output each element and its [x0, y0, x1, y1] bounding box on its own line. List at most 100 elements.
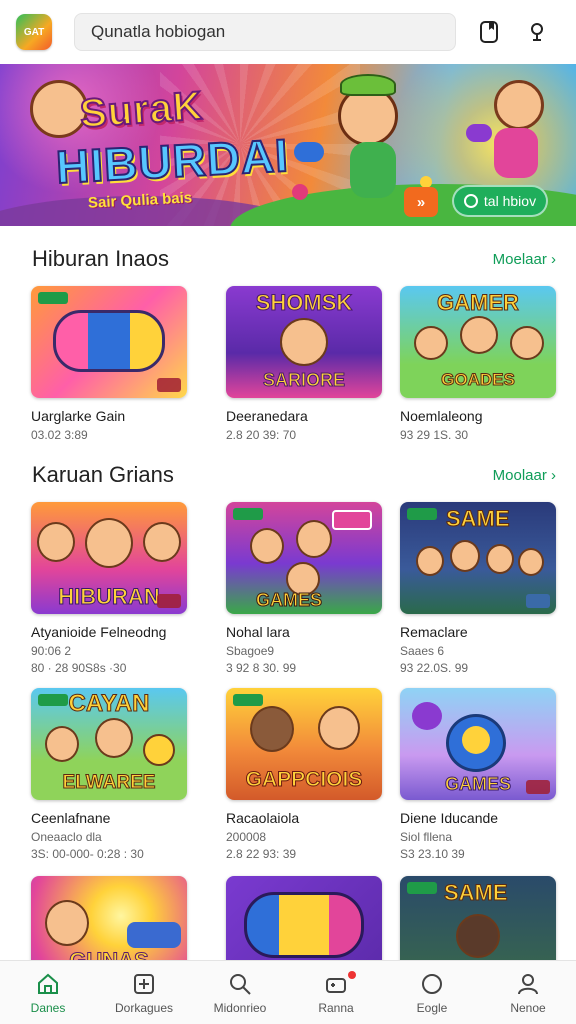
corner-badge — [157, 378, 181, 392]
game-meta: 2.8 20 39: 70 — [226, 428, 297, 442]
character-face — [250, 528, 284, 564]
see-more-link[interactable]: Moolaar › — [493, 467, 556, 484]
thumb-art-title: GAMER — [437, 290, 520, 316]
banner-character-right — [494, 80, 544, 130]
section-title: Hiburan Inaos — [32, 246, 169, 271]
game-thumbnail: HIBURAN — [31, 502, 187, 614]
game-card[interactable]: GAMER GOADES Noemlaleong 93 29 1S. 30 — [400, 286, 556, 442]
game-thumbnail: GAMER GOADES — [400, 286, 556, 398]
game-thumbnail — [31, 286, 187, 398]
banner-character-hat — [340, 74, 396, 96]
gamepad-icon — [326, 977, 346, 993]
car-icon — [127, 922, 181, 948]
banner-controller-icon-2 — [466, 124, 492, 142]
tag-badge — [233, 694, 263, 706]
tag-badge — [407, 882, 437, 894]
gamepad-icon — [53, 310, 165, 372]
character-face — [45, 900, 89, 946]
tag-badge — [233, 508, 263, 520]
game-card[interactable]: GAMES Nohal lara Sbagoe9 3 92 8 30. 99 — [226, 502, 382, 675]
gamepad-icon — [244, 892, 364, 958]
section-title: Karuan Grians — [32, 462, 174, 487]
nav-item-home[interactable]: Danes — [0, 961, 96, 1024]
game-title: Diene Iducande — [400, 810, 499, 826]
section-header: Hiburan Inaos Moelaar › — [32, 246, 556, 272]
game-thumbnail: SAME — [400, 502, 556, 614]
circle-icon — [422, 973, 442, 994]
hero-banner[interactable]: SuraK HIBURDAI Sair Qulia bais » tal hbi… — [0, 64, 576, 226]
nav-item-explore[interactable]: Eogle — [384, 961, 480, 1024]
game-card[interactable]: CAYAN ELWAREE Ceenlafnane Oneaaclo dla 3… — [31, 688, 187, 861]
banner-arrow-button[interactable]: » — [404, 187, 438, 217]
game-title: Atyanioide Felneodng — [31, 624, 167, 640]
banner-character-body — [350, 142, 396, 198]
game-meta: Sbagoe9 — [226, 644, 275, 658]
game-card[interactable]: GAMES Diene Iducande Siol fllena S3 23.1… — [400, 688, 556, 861]
banner-character-right-body — [494, 128, 538, 178]
game-meta-secondary: 3S: 00-000- 0:28 : 30 — [31, 847, 144, 861]
character-face — [296, 520, 332, 558]
search-bar[interactable] — [74, 13, 456, 51]
character-face — [318, 706, 360, 750]
game-title: Deeranedara — [226, 408, 308, 424]
game-card[interactable]: SHOMSK SARIORE Deeranedara 2.8 20 39: 70 — [226, 286, 382, 442]
see-more-link[interactable]: Moelaar › — [493, 251, 556, 268]
game-meta: 90:06 2 — [31, 644, 72, 658]
tag-badge — [407, 508, 437, 520]
thumb-art-subtitle: GOADES — [441, 370, 516, 390]
character-face — [414, 326, 448, 360]
logo-badge — [332, 510, 372, 530]
logo-text: GAT — [23, 26, 45, 38]
character-face — [37, 522, 75, 562]
thumb-art-title: SAME — [446, 506, 511, 532]
home-icon — [38, 973, 58, 994]
nav-item-search[interactable]: Midonrieo — [192, 961, 288, 1024]
game-card[interactable]: SAME Remaclare Saaes 6 93 22.0S. 99 — [400, 502, 556, 675]
game-thumbnail: CAYAN ELWAREE — [31, 688, 187, 800]
character-face — [143, 522, 181, 562]
nav-item-profile[interactable]: Nenoe — [480, 961, 576, 1024]
character-face — [143, 734, 175, 766]
thumb-art-title: SHOMSK — [255, 290, 353, 316]
character-face — [450, 540, 480, 572]
thumb-art-title: GAMES — [255, 590, 323, 611]
profile-icon[interactable] — [522, 17, 552, 47]
monster-eye — [462, 726, 490, 754]
game-title: Noemlaleong — [400, 408, 483, 424]
character-face — [250, 706, 294, 752]
nav-label: Midonrieo — [213, 1000, 267, 1015]
person-icon — [518, 973, 538, 994]
character-face — [416, 546, 444, 576]
game-meta-secondary: 80 · 28 90S8s ·30 — [31, 661, 127, 675]
top-bar: GAT — [0, 0, 576, 64]
nav-item-games[interactable]: Ranna — [288, 961, 384, 1024]
game-meta: 200008 — [226, 830, 267, 844]
character-face — [45, 726, 79, 762]
search-input[interactable] — [91, 22, 439, 42]
nav-item-packages[interactable]: Dorkagues — [96, 961, 192, 1024]
bottom-navigation: Danes Dorkagues Midonrieo Ranna Eogle Ne… — [0, 960, 576, 1024]
thumb-art-subtitle: ELWAREE — [62, 772, 156, 794]
nav-label: Danes — [30, 1000, 66, 1015]
game-card[interactable]: Uarglarke Gain 03.02 3:89 — [31, 286, 187, 442]
thumb-art-subtitle: SARIORE — [262, 370, 345, 391]
corner-badge — [526, 780, 550, 794]
nav-label: Nenoe — [510, 1000, 546, 1015]
section-header: Karuan Grians Moolaar › — [32, 462, 556, 488]
tag-badge — [38, 292, 68, 304]
game-meta: Saaes 6 — [400, 644, 445, 658]
notification-dot — [348, 971, 356, 979]
character-face — [280, 318, 328, 366]
bookmark-icon[interactable] — [474, 17, 504, 47]
banner-action-button[interactable]: tal hbiov — [452, 185, 548, 217]
character-face — [460, 316, 498, 354]
corner-badge — [526, 594, 550, 608]
game-thumbnail: GAMES — [400, 688, 556, 800]
game-card[interactable]: GAPPCIOIS Racaolaiola 200008 2.8 22 93: … — [226, 688, 382, 861]
game-meta: 93 29 1S. 30 — [400, 428, 469, 442]
app-logo[interactable]: GAT — [16, 14, 52, 50]
game-meta: Siol fllena — [400, 830, 453, 844]
thumb-art-title: GAPPCIOIS — [245, 768, 363, 792]
game-meta: 03.02 3:89 — [31, 428, 88, 442]
game-card[interactable]: HIBURAN Atyanioide Felneodng 90:06 2 80 … — [31, 502, 187, 675]
